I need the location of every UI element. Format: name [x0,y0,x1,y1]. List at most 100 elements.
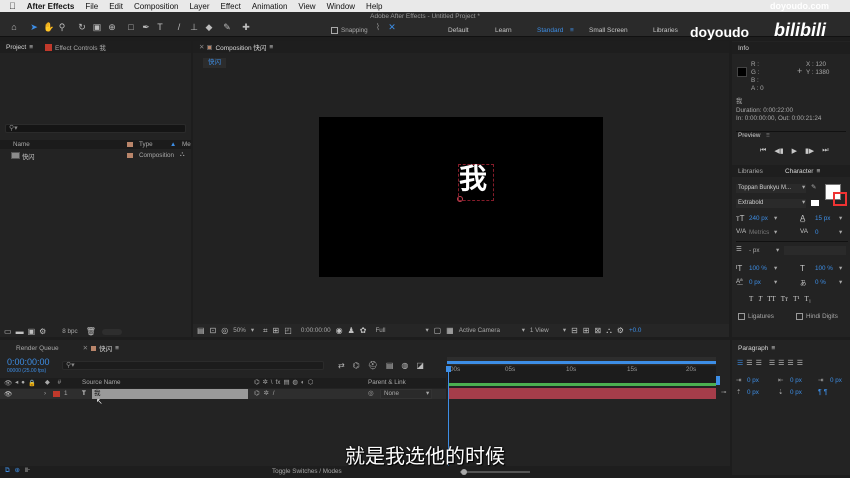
layer-duration-bar[interactable] [449,388,716,399]
workspace-libraries[interactable]: Libraries [653,27,678,34]
channel-icon[interactable]: ✿ [360,326,367,335]
font-style-select[interactable]: Extrabold [736,199,806,208]
puppet-pin-icon[interactable]: ✚ [241,22,251,32]
tab-paragraph[interactable]: Paragraph ≡ [732,345,781,352]
tab-project[interactable]: Project ≡ [0,44,39,51]
tab-render-queue[interactable]: Render Queue [10,345,65,352]
space-after-value[interactable]: 0 px [790,389,802,396]
solo-icon[interactable]: ● [21,379,25,387]
timeline-search-input[interactable]: ⚲▾ [62,361,324,370]
shy-toggle-icon[interactable]: ⌬ [254,390,260,397]
subscript-icon[interactable]: T₁ [804,295,811,303]
crop-icon[interactable]: ⌗ [263,326,268,336]
default-colors-icon[interactable] [811,200,819,206]
snap-options-icon[interactable]: ⌇ [373,22,383,32]
indent-right-value[interactable]: 0 px [790,377,802,384]
kerning-value[interactable]: Metrics [749,229,769,236]
menu-composition[interactable]: Composition [134,2,178,11]
app-menu[interactable]: After Effects [27,2,75,11]
eyedropper-icon[interactable]: ✎ [811,184,816,191]
timeline-icon[interactable]: ⊠ [594,326,601,335]
baseline-chevron-icon[interactable]: ▾ [774,279,777,286]
audio-icon[interactable]: ◂ [15,379,18,387]
justify-all-icon[interactable]: ☰ [797,359,803,367]
shy-icon[interactable]: ⛑ [368,361,378,370]
brush-tool-icon[interactable]: / [174,22,184,32]
roi-icon[interactable]: ▢ [434,326,442,335]
selection-tool-icon[interactable]: ➤ [29,22,39,32]
grid-icon[interactable]: ⊞ [273,326,280,335]
show-snapshot-icon[interactable]: ♟ [348,326,355,335]
resolution-select[interactable]: Full [375,327,420,334]
interpret-footage-icon[interactable]: ▭ [4,327,12,336]
apple-icon[interactable]:  [9,1,16,11]
camera-chevron-icon[interactable]: ▾ [522,327,525,334]
comp-timecode[interactable]: 0:00:00:00 [301,327,331,334]
lock-icon[interactable]: 🔒 [28,379,36,387]
workspace-default[interactable]: Default [448,27,469,34]
comp-button-icon[interactable]: ⊸ [721,389,726,396]
camera-tool-icon[interactable]: ▣ [92,22,102,32]
mask-icon[interactable]: ⊡ [210,326,217,335]
tracking-chevron-icon[interactable]: ▾ [839,229,842,236]
justify-right-icon[interactable]: ☰ [787,359,793,367]
next-frame-icon[interactable]: ▮▶ [805,147,814,155]
justify-left-icon[interactable]: ☰ [769,359,775,367]
zoom-slider[interactable] [460,471,530,473]
work-area-bar[interactable] [449,383,716,386]
tab-timeline-comp[interactable]: ✕ 快闪 ≡ [77,343,125,354]
resolution-chevron-icon[interactable]: ▾ [425,327,428,334]
indent-left-value[interactable]: 0 px [747,377,759,384]
zoom-tool-icon[interactable]: ⚲ [57,22,67,32]
menu-layer[interactable]: Layer [189,2,209,11]
style-chevron-icon[interactable]: ▾ [802,199,805,206]
always-preview-icon[interactable]: ▤ [197,326,205,335]
hscale-chevron-icon[interactable]: ▾ [839,265,842,272]
panel-menu-icon[interactable]: ≡ [269,44,273,51]
new-comp-icon[interactable]: ▣ [28,327,36,336]
size-chevron-icon[interactable]: ▾ [774,215,777,222]
tab-composition[interactable]: ✕ Composition 快闪 ≡ [193,42,279,53]
first-frame-icon[interactable]: ⏮ [760,147,766,155]
view-layout-select[interactable]: 1 View [530,327,558,334]
baseline-shift-value[interactable]: 0 px [749,279,761,286]
toggle-switches-modes[interactable]: Toggle Switches / Modes [272,468,342,475]
anchor-point-icon[interactable] [457,196,463,202]
stroke-width-value[interactable]: - px [749,247,760,254]
justify-center-icon[interactable]: ☰ [778,359,784,367]
draft-3d-icon[interactable]: ⌬ [353,361,360,370]
tab-effect-controls[interactable]: Effect Controls 我 [39,42,112,52]
zoom-chevron-icon[interactable]: ▾ [251,327,254,334]
vertical-scale-value[interactable]: 100 % [749,265,767,272]
snapshot-icon[interactable]: ◉ [336,326,343,335]
stroke-color-swatch[interactable] [833,192,847,206]
tracking-value[interactable]: 0 [815,229,819,236]
quality-toggle-icon[interactable]: / [273,390,275,397]
prev-frame-icon[interactable]: ◀▮ [774,147,783,155]
menu-help[interactable]: Help [366,2,382,11]
layer-name-field[interactable]: 我 [92,389,248,399]
frame-blending-icon[interactable]: ▤ [386,361,394,370]
menu-view[interactable]: View [298,2,315,11]
font-family-select[interactable]: Toppan Bunkyu M... [736,184,806,193]
close-icon[interactable]: ✕ [83,344,88,352]
menu-edit[interactable]: Edit [109,2,123,11]
flowchart-icon[interactable]: ⛬ [180,151,184,159]
play-icon[interactable]: ▶ [792,147,797,155]
vscale-chevron-icon[interactable]: ▾ [774,265,777,272]
toggle-pixel-icon[interactable]: ⊟ [571,326,578,335]
align-right-icon[interactable]: ☰ [756,359,762,367]
horizontal-scale-value[interactable]: 100 % [815,265,833,272]
align-center-icon[interactable]: ☰ [746,359,752,367]
eraser-icon[interactable]: ◆ [204,22,214,32]
thumbnail-slider[interactable] [101,328,122,335]
menu-animation[interactable]: Animation [252,2,288,11]
continuous-raster-icon[interactable]: ✲ [264,390,269,397]
font-size-value[interactable]: 240 px [749,215,768,222]
pen-tool-icon[interactable]: ✒ [141,22,151,32]
close-icon[interactable]: ✕ [199,43,204,51]
panel-menu-icon[interactable]: ≡ [771,345,775,352]
small-caps-icon[interactable]: Tт [781,295,788,303]
type-tool-icon[interactable]: T [155,22,165,32]
video-icon[interactable]: 👁 [4,379,12,387]
